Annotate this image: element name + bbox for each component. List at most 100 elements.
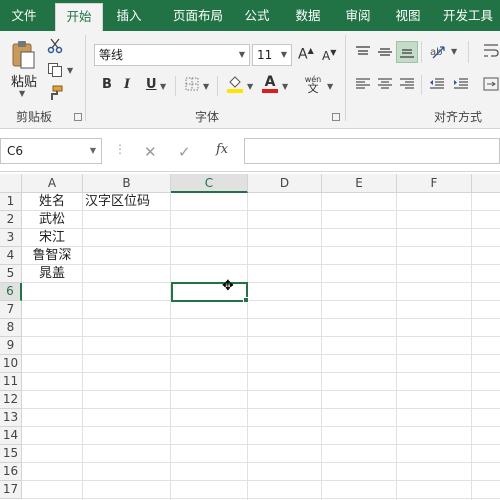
- formula-bar: C6 ▼ ⋮ ✕ ✓ fx: [0, 130, 500, 172]
- column-header-g[interactable]: [472, 174, 500, 193]
- underline-dropdown-icon[interactable]: ▼: [160, 82, 166, 91]
- cell-a5[interactable]: 晁盖: [22, 265, 83, 283]
- orientation-dropdown-icon[interactable]: ▼: [451, 47, 457, 56]
- worksheet-grid[interactable]: A B C D E F 1 2 3 4 5 6 7 8 9 10 11 12 13 14 15 16 17 姓名…: [0, 174, 500, 500]
- name-box[interactable]: C6 ▼: [0, 138, 102, 164]
- cell-a4[interactable]: 鲁智深: [22, 247, 83, 265]
- row-header-11[interactable]: 11: [0, 373, 22, 391]
- column-gridline: [471, 193, 472, 500]
- cell-a2[interactable]: 武松: [22, 211, 83, 229]
- column-header-f[interactable]: F: [397, 174, 472, 193]
- tab-page-layout[interactable]: 页面布局: [161, 0, 235, 31]
- border-icon[interactable]: [184, 76, 200, 92]
- wrap-text-icon[interactable]: [482, 41, 500, 61]
- row-gridline: [22, 264, 500, 265]
- tab-view[interactable]: 视图: [386, 0, 430, 31]
- cell-a1[interactable]: 姓名: [22, 193, 83, 211]
- orientation-icon[interactable]: ab: [428, 41, 448, 61]
- font-size-combo[interactable]: 11 ▼: [252, 44, 292, 66]
- chevron-down-icon: ▼: [89, 146, 96, 155]
- separator: [421, 41, 422, 63]
- tab-data[interactable]: 数据: [286, 0, 330, 31]
- column-header-d[interactable]: D: [248, 174, 322, 193]
- row-header-14[interactable]: 14: [0, 427, 22, 445]
- separator: [217, 76, 218, 96]
- row-gridline: [22, 426, 500, 427]
- row-header-9[interactable]: 9: [0, 337, 22, 355]
- align-right-icon[interactable]: [398, 75, 416, 93]
- row-header-2[interactable]: 2: [0, 211, 22, 229]
- cut-icon[interactable]: [46, 37, 64, 55]
- row-gridline: [22, 408, 500, 409]
- insert-function-button[interactable]: fx: [216, 142, 228, 157]
- align-center-icon[interactable]: [376, 75, 394, 93]
- chevron-down-icon: ▼: [280, 50, 287, 59]
- align-bottom-icon[interactable]: [396, 41, 418, 63]
- decrease-indent-icon[interactable]: [428, 75, 446, 93]
- cell-b1[interactable]: 汉字区位码: [83, 193, 171, 211]
- column-header-e[interactable]: E: [322, 174, 397, 193]
- merge-center-icon[interactable]: [482, 75, 500, 93]
- row-header-17[interactable]: 17: [0, 481, 22, 499]
- cell-a3[interactable]: 宋江: [22, 229, 83, 247]
- row-header-16[interactable]: 16: [0, 463, 22, 481]
- align-middle-icon[interactable]: [376, 43, 394, 61]
- underline-button[interactable]: U: [146, 77, 157, 92]
- phonetic-dropdown-icon[interactable]: ▼: [327, 82, 333, 91]
- phonetic-guide-icon[interactable]: wén 文: [302, 73, 324, 95]
- tab-file[interactable]: 文件: [0, 0, 48, 31]
- clipboard-group-label: 剪贴板: [15, 110, 52, 124]
- row-gridline: [22, 246, 500, 247]
- active-cell-c6[interactable]: [171, 282, 248, 302]
- row-header-8[interactable]: 8: [0, 319, 22, 337]
- align-left-icon[interactable]: [354, 75, 372, 93]
- row-header-6[interactable]: 6: [0, 283, 22, 301]
- chevron-down-icon: ▼: [238, 50, 245, 59]
- enter-icon[interactable]: ✓: [178, 143, 191, 161]
- tab-developer[interactable]: 开发工具: [436, 0, 500, 31]
- shrink-font-icon[interactable]: A▼: [322, 48, 336, 63]
- row-header-13[interactable]: 13: [0, 409, 22, 427]
- font-color-dropdown-icon[interactable]: ▼: [282, 82, 288, 91]
- tab-review[interactable]: 审阅: [336, 0, 380, 31]
- fill-color-icon[interactable]: [226, 74, 244, 94]
- paste-button-label[interactable]: 粘贴: [8, 71, 40, 90]
- fill-handle[interactable]: [243, 297, 249, 303]
- formula-input[interactable]: [244, 138, 500, 164]
- fill-color-dropdown-icon[interactable]: ▼: [247, 82, 253, 91]
- row-header-3[interactable]: 3: [0, 229, 22, 247]
- italic-button[interactable]: I: [124, 77, 130, 92]
- paste-icon[interactable]: [8, 39, 38, 71]
- tab-home[interactable]: 开始: [55, 3, 103, 31]
- increase-indent-icon[interactable]: [452, 75, 470, 93]
- font-name-combo[interactable]: 等线 ▼: [94, 44, 250, 66]
- format-painter-icon[interactable]: [46, 84, 64, 102]
- column-header-b[interactable]: B: [83, 174, 171, 193]
- column-header-c[interactable]: C: [171, 174, 248, 193]
- row-header-10[interactable]: 10: [0, 355, 22, 373]
- font-launcher-icon[interactable]: [332, 113, 340, 121]
- select-all-corner[interactable]: [0, 174, 22, 193]
- border-dropdown-icon[interactable]: ▼: [203, 82, 209, 91]
- bold-button[interactable]: B: [102, 77, 112, 92]
- align-top-icon[interactable]: [354, 43, 372, 61]
- grow-font-icon[interactable]: A▲: [298, 46, 314, 63]
- row-header-1[interactable]: 1: [0, 193, 22, 211]
- formula-bar-grip-icon[interactable]: ⋮: [114, 142, 126, 156]
- font-color-icon[interactable]: A: [262, 74, 278, 94]
- tab-insert[interactable]: 插入: [106, 0, 152, 31]
- row-header-12[interactable]: 12: [0, 391, 22, 409]
- tab-formulas[interactable]: 公式: [236, 0, 278, 31]
- clipboard-launcher-icon[interactable]: [74, 113, 82, 121]
- row-header-4[interactable]: 4: [0, 247, 22, 265]
- group-divider: [345, 35, 346, 121]
- row-header-15[interactable]: 15: [0, 445, 22, 463]
- copy-dropdown-icon[interactable]: ▼: [67, 66, 73, 75]
- row-gridline: [22, 300, 500, 301]
- column-header-a[interactable]: A: [22, 174, 83, 193]
- cancel-icon[interactable]: ✕: [144, 143, 157, 161]
- paste-dropdown-icon[interactable]: ▼: [19, 89, 25, 98]
- row-header-7[interactable]: 7: [0, 301, 22, 319]
- row-header-5[interactable]: 5: [0, 265, 22, 283]
- copy-icon[interactable]: [46, 61, 64, 79]
